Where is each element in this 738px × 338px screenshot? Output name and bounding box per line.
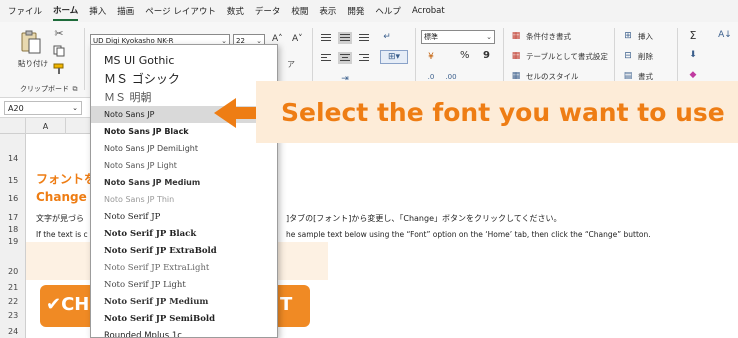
format-painter-icon[interactable] <box>52 62 66 76</box>
name-box[interactable]: A20 ⌄ <box>4 101 82 115</box>
font-option[interactable]: Noto Sans JP DemiLight <box>91 140 277 157</box>
fill-icon[interactable]: ⬇ <box>686 48 700 62</box>
percent-button[interactable]: % <box>460 50 470 61</box>
menu-review[interactable]: 校閲 <box>291 2 308 20</box>
menu-developer[interactable]: 開発 <box>347 2 364 20</box>
column-header-a[interactable]: A <box>26 118 66 134</box>
delete-cells-icon[interactable]: ⊟ <box>622 50 634 62</box>
change-button-label-tail: T <box>280 294 293 315</box>
grow-font-button[interactable]: A˄ <box>272 34 283 44</box>
autosum-icon[interactable]: Σ <box>686 28 700 42</box>
insert-cells-icon[interactable]: ⊞ <box>622 30 634 42</box>
menu-data[interactable]: データ <box>255 2 281 20</box>
font-option[interactable]: Noto Sans JP Thin <box>91 191 277 208</box>
number-format-value: 標準 <box>424 33 438 41</box>
callout-text: Select the font you want to use <box>281 97 725 127</box>
font-option[interactable]: Noto Serif JP Black <box>91 225 277 242</box>
select-all-corner[interactable] <box>0 118 26 134</box>
align-center-icon[interactable] <box>338 52 352 64</box>
format-as-table-button[interactable]: テーブルとして書式設定 <box>526 51 608 62</box>
font-option[interactable]: Noto Serif JP Medium <box>91 293 277 310</box>
font-option[interactable]: Noto Serif JP ExtraBold <box>91 242 277 259</box>
paste-icon[interactable] <box>18 28 44 56</box>
cut-icon[interactable]: ✂ <box>52 26 66 40</box>
sort-filter-icon[interactable]: A↓ <box>716 28 734 42</box>
callout-banner: Select the font you want to use <box>256 81 738 143</box>
menu-home[interactable]: ホーム <box>53 1 79 21</box>
clipboard-group-label: クリップボード <box>20 85 69 93</box>
insert-cells-button[interactable]: 挿入 <box>638 31 653 42</box>
chevron-down-icon[interactable]: ⌄ <box>72 104 78 112</box>
font-option[interactable]: Noto Sans JP Medium <box>91 174 277 191</box>
row-header[interactable]: 16 <box>0 190 26 206</box>
row-header[interactable]: 23 <box>0 308 26 322</box>
chevron-down-icon[interactable]: ⌄ <box>486 33 492 41</box>
align-top-icon[interactable] <box>319 32 333 44</box>
instruction-japanese-right: ]タブの[フォント]から変更し、「Change」ボタンをクリックしてください。 <box>286 214 562 223</box>
currency-icon[interactable]: ¥ <box>424 50 438 64</box>
copy-icon[interactable] <box>52 44 66 58</box>
row-header[interactable]: 21 <box>0 280 26 294</box>
font-dropdown-list[interactable]: MS UI Gothic ＭＳ ゴシック ＭＳ 明朝 Noto Sans JP … <box>90 44 278 338</box>
number-format-combo[interactable]: 標準 ⌄ <box>421 30 495 44</box>
font-option[interactable]: Noto Serif JP Light <box>91 276 277 293</box>
instruction-english-left: If the text is c <box>36 230 88 239</box>
align-right-icon[interactable] <box>357 52 371 64</box>
font-option[interactable]: ＭＳ ゴシック <box>91 70 277 87</box>
font-option[interactable]: Noto Serif JP <box>91 208 277 225</box>
group-separator <box>84 28 85 90</box>
align-middle-icon[interactable] <box>338 32 352 44</box>
row-header[interactable]: 19 <box>0 234 26 248</box>
name-box-value: A20 <box>8 103 24 113</box>
comma-button[interactable]: 9 <box>483 50 490 61</box>
arrow-left-icon <box>214 98 262 128</box>
row-header[interactable]: 24 <box>0 324 26 338</box>
row-header[interactable]: 22 <box>0 294 26 308</box>
menu-file[interactable]: ファイル <box>8 2 42 20</box>
dialog-launcher-icon[interactable]: ⧉ <box>70 84 80 94</box>
menu-acrobat[interactable]: Acrobat <box>412 3 445 19</box>
row-header[interactable]: 20 <box>0 264 26 278</box>
align-bottom-icon[interactable] <box>357 32 371 44</box>
menu-draw[interactable]: 描画 <box>117 2 134 20</box>
align-left-icon[interactable] <box>319 52 333 64</box>
conditional-format-icon[interactable]: ▦ <box>510 30 522 42</box>
wrap-text-icon[interactable]: ↵ <box>380 30 394 44</box>
menu-insert[interactable]: 挿入 <box>89 2 106 20</box>
font-option[interactable]: Rounded Mplus 1c <box>91 327 277 338</box>
font-option[interactable]: Noto Sans JP Light <box>91 157 277 174</box>
menu-bar: ファイル ホーム 挿入 描画 ページ レイアウト 数式 データ 校閲 表示 開発… <box>0 0 738 22</box>
menu-help[interactable]: ヘルプ <box>375 2 401 20</box>
row-header[interactable]: 14 <box>0 150 26 166</box>
font-option[interactable]: MS UI Gothic <box>91 52 277 68</box>
heading-english: Change f <box>36 190 97 204</box>
menu-view[interactable]: 表示 <box>319 2 336 20</box>
heading-japanese: フォントを <box>36 172 97 186</box>
delete-cells-button[interactable]: 削除 <box>638 51 653 62</box>
change-button-label: ✔CH <box>46 294 90 315</box>
format-table-icon[interactable]: ▦ <box>510 50 522 62</box>
row-header[interactable]: 15 <box>0 172 26 188</box>
paste-label[interactable]: 貼り付け <box>18 58 48 69</box>
font-option[interactable]: Noto Serif JP ExtraLight <box>91 259 277 276</box>
instruction-japanese-left: 文字が見づら <box>36 214 84 223</box>
shrink-font-button[interactable]: A˅ <box>292 34 303 44</box>
clear-icon[interactable]: ◆ <box>686 68 700 82</box>
merge-center-icon[interactable]: ⊞▾ <box>380 50 408 64</box>
menu-formulas[interactable]: 数式 <box>227 2 244 20</box>
menu-page-layout[interactable]: ページ レイアウト <box>145 2 216 20</box>
font-option[interactable]: Noto Serif JP SemiBold <box>91 310 277 327</box>
conditional-format-button[interactable]: 条件付き書式 <box>526 31 571 42</box>
phonetic-guide-icon[interactable]: ア <box>284 58 298 70</box>
instruction-english-right: he sample text below using the “Font” op… <box>286 230 651 239</box>
